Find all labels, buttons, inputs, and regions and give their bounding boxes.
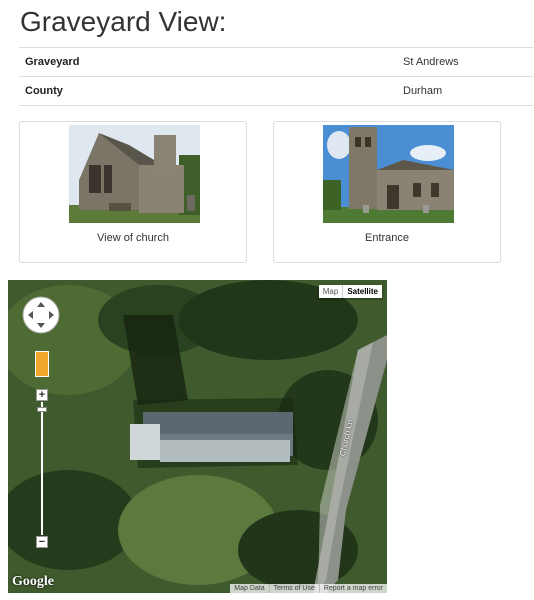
terms-of-use-link[interactable]: Terms of Use [268,584,319,593]
google-logo[interactable]: Google [12,574,54,590]
map-type-satellite-button[interactable]: Satellite [343,285,382,298]
details-table: Graveyard St Andrews County Durham [19,47,533,106]
pegman-icon[interactable] [35,351,49,377]
map-type-map-button[interactable]: Map [318,285,344,298]
report-map-error-link[interactable]: Report a map error [318,584,387,593]
pan-control[interactable] [22,296,60,334]
church-photo[interactable] [69,125,200,223]
table-row: County Durham [19,76,533,106]
map-data-link[interactable]: Map Data [230,584,268,593]
zoom-slider-track[interactable] [41,402,43,535]
page-title: Graveyard View: [20,6,227,37]
satellite-map[interactable]: Map Satellite + − Church Ln Google Map D… [8,280,387,593]
zoom-in-button[interactable]: + [36,389,48,401]
county-value: Durham [397,76,533,106]
entrance-photo[interactable] [323,125,454,223]
photo-card-entrance[interactable]: Entrance [273,121,501,263]
table-row: Graveyard St Andrews [19,47,533,77]
photo-card-church[interactable]: View of church [19,121,247,263]
photo-caption: Entrance [364,232,410,244]
map-type-control: Map Satellite [318,285,382,298]
aerial-imagery [8,280,387,593]
map-footer: Map Data Terms of Use Report a map error [230,584,387,593]
graveyard-label: Graveyard [19,47,397,77]
zoom-out-button[interactable]: − [36,536,48,548]
county-label: County [19,76,397,106]
photo-caption: View of church [97,232,169,244]
graveyard-value: St Andrews [397,47,533,77]
zoom-slider-handle[interactable] [37,407,47,412]
